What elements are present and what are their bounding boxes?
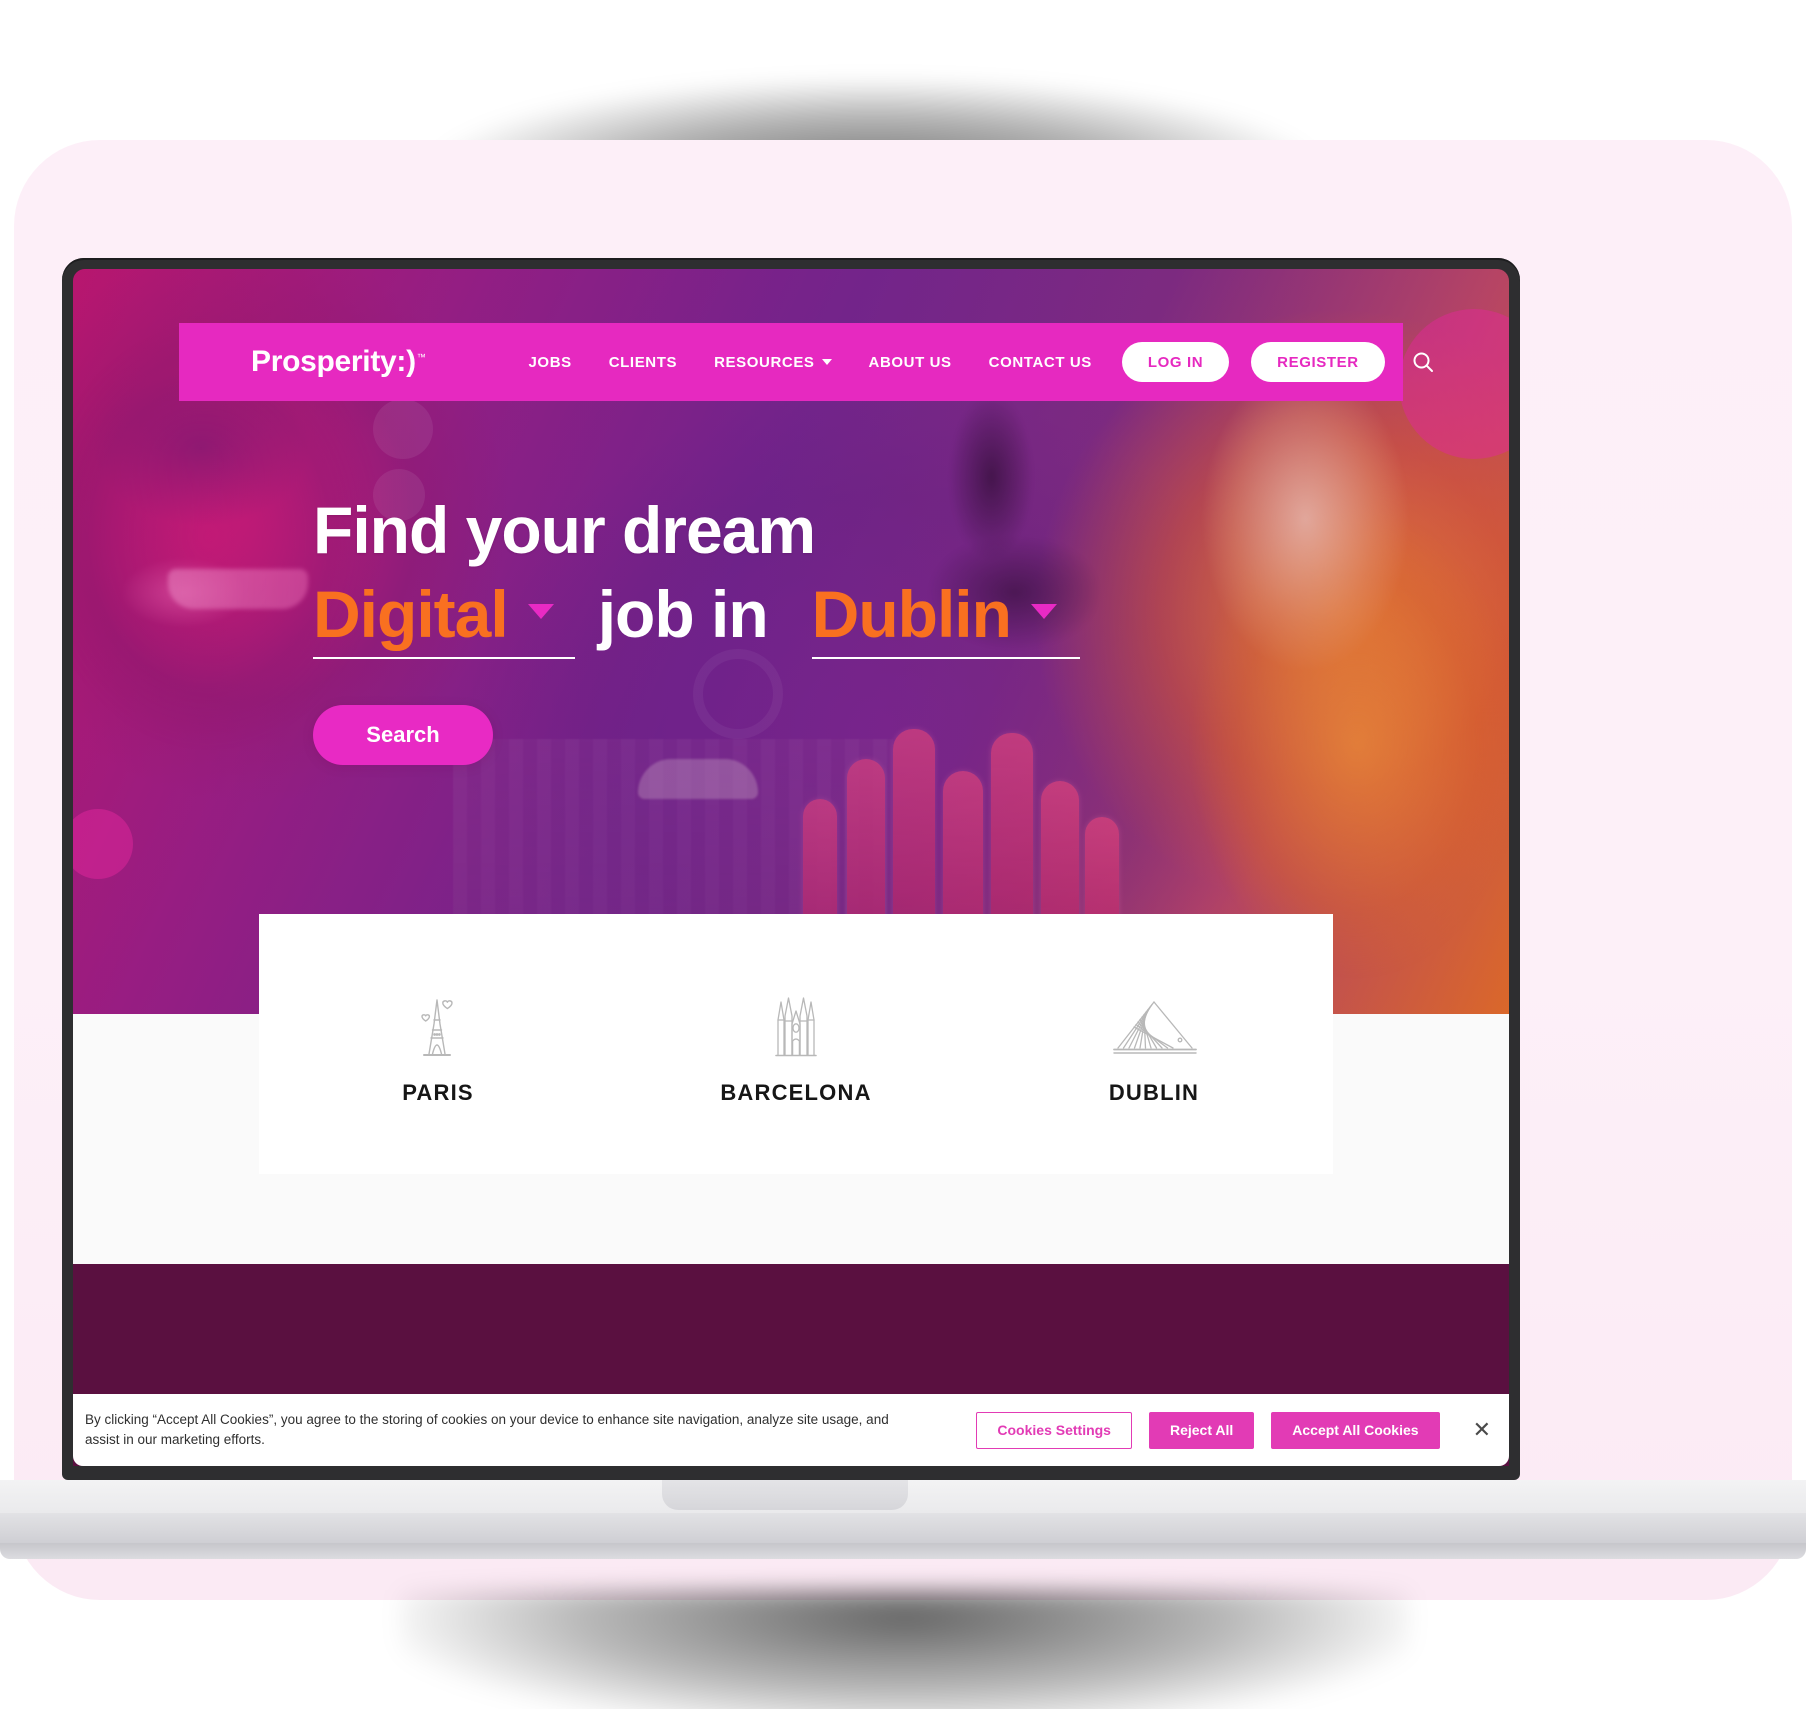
cookie-actions: Cookies Settings Reject All Accept All C… bbox=[976, 1411, 1495, 1449]
hero-headline-middle: job in bbox=[597, 577, 769, 651]
laptop-lid: Prosperity:)™ JOBS CLIENTS RESOURCES ABO… bbox=[62, 258, 1520, 1480]
sagrada-familia-icon bbox=[765, 992, 827, 1058]
login-button[interactable]: LOG IN bbox=[1121, 342, 1230, 382]
nav-item-about-us[interactable]: ABOUT US bbox=[869, 354, 952, 371]
nav-item-label: ABOUT US bbox=[868, 353, 952, 371]
job-location-value: Dublin bbox=[811, 577, 1012, 651]
nav-item-label: CONTACT US bbox=[988, 353, 1092, 371]
hero-headline-block: Find your dream Digital job in Dublin Se… bbox=[313, 493, 1080, 765]
nav-item-jobs[interactable]: JOBS bbox=[528, 354, 571, 371]
city-card-barcelona[interactable]: BARCELONA bbox=[617, 992, 975, 1106]
reject-all-button[interactable]: Reject All bbox=[1148, 1411, 1255, 1449]
brand-logo[interactable]: Prosperity:)™ bbox=[251, 345, 426, 379]
job-location-underline bbox=[811, 657, 1080, 659]
job-category-value: Digital bbox=[313, 577, 509, 651]
screenshot-scene: Prosperity:)™ JOBS CLIENTS RESOURCES ABO… bbox=[0, 0, 1806, 1709]
nav-item-label: CLIENTS bbox=[608, 353, 678, 371]
cookie-consent-banner: By clicking “Accept All Cookies”, you ag… bbox=[73, 1394, 1509, 1466]
browser-screen: Prosperity:)™ JOBS CLIENTS RESOURCES ABO… bbox=[73, 269, 1509, 1466]
hero-headline-line1: Find your dream bbox=[313, 493, 816, 567]
city-name: PARIS bbox=[402, 1080, 474, 1105]
featured-cities-row: PARIS BARCELONA DUBLIN bbox=[259, 914, 1333, 1174]
accept-all-cookies-button[interactable]: Accept All Cookies bbox=[1271, 1411, 1440, 1449]
laptop-mockup: Prosperity:)™ JOBS CLIENTS RESOURCES ABO… bbox=[62, 258, 1520, 1480]
brand-name: Prosperity:) bbox=[251, 345, 416, 378]
laptop-base-edge bbox=[0, 1543, 1806, 1559]
job-category-selector[interactable]: Digital bbox=[313, 577, 575, 659]
cookie-message: By clicking “Accept All Cookies”, you ag… bbox=[85, 1412, 889, 1447]
city-card-dublin[interactable]: DUBLIN bbox=[975, 992, 1333, 1106]
chevron-down-icon[interactable] bbox=[527, 603, 554, 619]
device-bottom-shadow bbox=[400, 1590, 1410, 1709]
samuel-beckett-bridge-icon bbox=[1108, 992, 1200, 1058]
main-navigation-bar: Prosperity:)™ JOBS CLIENTS RESOURCES ABO… bbox=[179, 323, 1433, 401]
close-icon[interactable]: ✕ bbox=[1473, 1419, 1491, 1441]
nav-item-resources[interactable]: RESOURCES bbox=[714, 353, 832, 371]
chevron-down-icon[interactable] bbox=[1030, 603, 1057, 619]
featured-cities-card: PARIS BARCELONA DUBLIN bbox=[259, 914, 1333, 1174]
cookies-settings-button[interactable]: Cookies Settings bbox=[976, 1411, 1132, 1449]
job-category-underline bbox=[313, 657, 575, 659]
trademark-mark: ™ bbox=[416, 352, 426, 362]
city-name: BARCELONA bbox=[720, 1080, 872, 1105]
nav-item-contact-us[interactable]: CONTACT US bbox=[989, 354, 1092, 371]
nav-item-clients[interactable]: CLIENTS bbox=[609, 354, 677, 371]
laptop-base-middle bbox=[0, 1513, 1806, 1543]
nav-item-label: JOBS bbox=[528, 353, 572, 371]
chevron-down-icon bbox=[821, 359, 832, 365]
nav-item-label: RESOURCES bbox=[714, 353, 815, 371]
hero-search-button[interactable]: Search bbox=[313, 705, 493, 765]
search-icon[interactable] bbox=[1411, 350, 1435, 374]
eiffel-tower-icon bbox=[407, 992, 469, 1058]
city-name: DUBLIN bbox=[1108, 1080, 1200, 1105]
laptop-base-notch bbox=[662, 1480, 908, 1510]
register-button[interactable]: REGISTER bbox=[1251, 342, 1385, 382]
nav-links: JOBS CLIENTS RESOURCES ABOUT US CONTACT … bbox=[528, 354, 1091, 371]
job-location-selector[interactable]: Dublin bbox=[811, 577, 1080, 659]
hero-headline-line2: Digital job in Dublin bbox=[313, 577, 1080, 659]
city-card-paris[interactable]: PARIS bbox=[259, 992, 617, 1106]
